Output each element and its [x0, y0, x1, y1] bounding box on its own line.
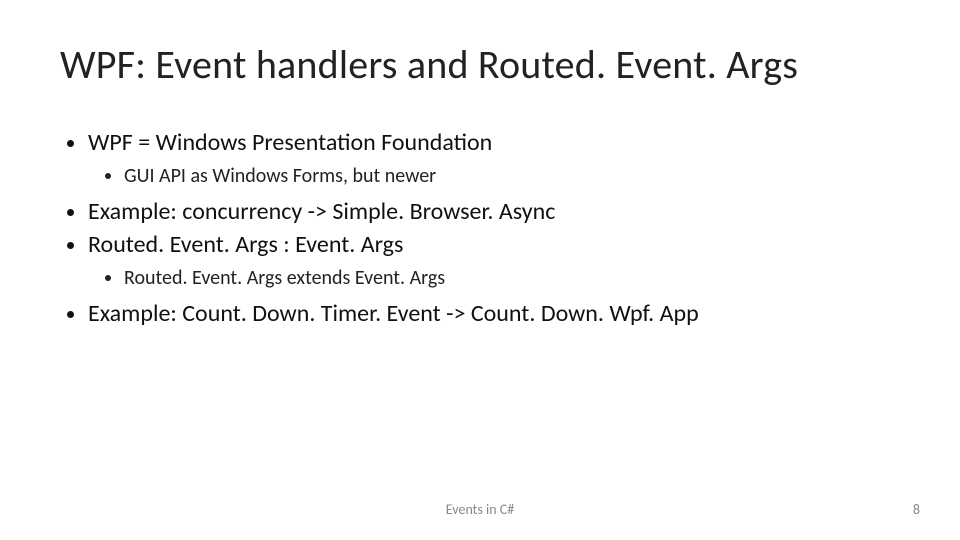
list-item: WPF = Windows Presentation Foundation GU…	[88, 127, 900, 190]
bullet-text: Routed. Event. Args extends Event. Args	[124, 266, 445, 290]
list-item: Example: Count. Down. Timer. Event -> Co…	[88, 298, 900, 330]
list-item: Example: concurrency -> Simple. Browser.…	[88, 196, 900, 228]
slide: WPF: Event handlers and Routed. Event. A…	[0, 0, 960, 540]
list-item: GUI API as Windows Forms, but newer	[124, 163, 900, 190]
bullet-text: Example: concurrency -> Simple. Browser.…	[88, 197, 555, 226]
bullet-sublist: GUI API as Windows Forms, but newer	[88, 163, 900, 190]
bullet-text: GUI API as Windows Forms, but newer	[124, 164, 436, 188]
bullet-text: WPF = Windows Presentation Foundation	[88, 128, 492, 157]
list-item: Routed. Event. Args extends Event. Args	[124, 265, 900, 292]
footer-text: Events in C#	[446, 501, 514, 518]
bullet-text: Routed. Event. Args : Event. Args	[88, 230, 403, 259]
page-number: 8	[913, 501, 920, 518]
footer: Events in C#	[0, 501, 960, 518]
bullet-text: Example: Count. Down. Timer. Event -> Co…	[88, 299, 699, 328]
bullet-sublist: Routed. Event. Args extends Event. Args	[88, 265, 900, 292]
list-item: Routed. Event. Args : Event. Args Routed…	[88, 229, 900, 292]
bullet-list: WPF = Windows Presentation Foundation GU…	[60, 127, 900, 330]
slide-title: WPF: Event handlers and Routed. Event. A…	[60, 40, 900, 89]
